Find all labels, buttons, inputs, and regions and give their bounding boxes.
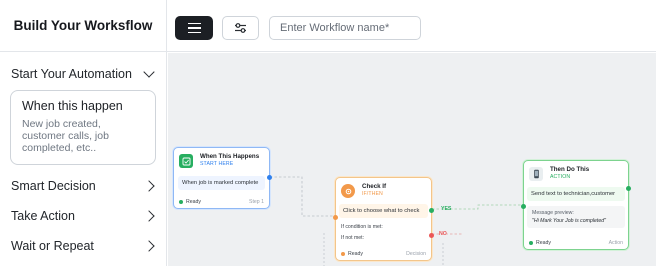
sidebar-item-smart-decision[interactable]: Smart Decision xyxy=(0,176,167,196)
node-step: Step 1 xyxy=(249,198,264,205)
message-preview-text: "Hi Mark Your Job is completed" xyxy=(532,218,606,224)
chevron-right-icon xyxy=(143,180,155,192)
node-type: Action xyxy=(608,239,623,246)
chevron-right-icon xyxy=(143,210,155,222)
checkbox-icon xyxy=(179,154,193,168)
no-branch-label: NO xyxy=(439,231,447,237)
workflow-name-input[interactable] xyxy=(269,16,421,40)
message-preview-label: Message preview: xyxy=(532,210,574,216)
toolbar xyxy=(167,0,656,52)
node-subtitle: IF/THEN xyxy=(362,191,383,197)
node-subtitle: START HERE xyxy=(200,161,234,167)
node-status: Ready xyxy=(186,198,201,205)
condition-met-label: If condition is met: xyxy=(341,224,383,230)
status-dot xyxy=(179,199,183,204)
trigger-card-title: When this happen xyxy=(22,99,123,113)
sidebar-item-label: Take Action xyxy=(11,209,75,223)
sidebar: Build Your Worksflow Start Your Automati… xyxy=(0,0,167,266)
node-check-if[interactable]: Check If IF/THEN Click to choose what to… xyxy=(333,177,434,261)
node-status: Ready xyxy=(348,250,363,257)
input-port[interactable] xyxy=(521,204,526,209)
chevron-right-icon xyxy=(143,240,155,252)
node-body[interactable]: Click to choose what to check xyxy=(339,204,428,218)
connector-start-to-check xyxy=(270,176,335,217)
output-port[interactable] xyxy=(626,186,631,191)
sidebar-item-label: Smart Decision xyxy=(11,179,96,193)
hamburger-icon xyxy=(187,22,201,25)
sidebar-item-take-action[interactable]: Take Action xyxy=(0,206,167,226)
trigger-card-when-this-happen[interactable]: When this happen New job created, custom… xyxy=(10,90,156,165)
start-automation-label: Start Your Automation xyxy=(11,67,132,81)
no-port[interactable] xyxy=(429,233,434,238)
input-port[interactable] xyxy=(333,215,338,220)
sliders-icon xyxy=(235,23,246,33)
start-automation-section[interactable]: Start Your Automation xyxy=(0,64,167,84)
node-body: Send text to technician,customer xyxy=(527,187,625,201)
sidebar-item-label: Wait or Repeat xyxy=(11,239,94,253)
node-title: When This Happens xyxy=(200,153,260,160)
status-dot xyxy=(529,240,533,245)
node-body: When job is marked complete xyxy=(178,176,265,190)
phone-icon xyxy=(529,167,543,181)
trigger-card-description: New job created, customer calls, job com… xyxy=(22,118,109,154)
node-when-this-happens[interactable]: When This Happens START HERE When job is… xyxy=(173,147,272,209)
menu-button[interactable] xyxy=(175,16,213,40)
message-preview: Message preview: "Hi Mark Your Job is co… xyxy=(527,206,625,228)
output-port[interactable] xyxy=(267,175,272,180)
node-then-do-this[interactable]: Then Do This ACTION Send text to technic… xyxy=(521,160,631,250)
node-subtitle: ACTION xyxy=(550,174,571,180)
filter-button[interactable] xyxy=(222,16,259,40)
cog-icon xyxy=(341,184,355,198)
chevron-down-icon xyxy=(143,66,155,78)
node-title: Check If xyxy=(362,183,387,190)
node-type: Decision xyxy=(406,250,426,257)
status-dot xyxy=(341,251,345,256)
node-title: Then Do This xyxy=(550,166,590,173)
yes-port[interactable] xyxy=(429,208,434,213)
node-status: Ready xyxy=(536,239,551,246)
sidebar-item-wait-or-repeat[interactable]: Wait or Repeat xyxy=(0,236,167,256)
workflow-canvas[interactable]: When This Happens START HERE When job is… xyxy=(168,53,656,266)
yes-branch-label: YES xyxy=(441,206,452,212)
sidebar-title: Build Your Worksflow xyxy=(0,0,166,52)
condition-not-met-label: If not met: xyxy=(341,235,365,241)
